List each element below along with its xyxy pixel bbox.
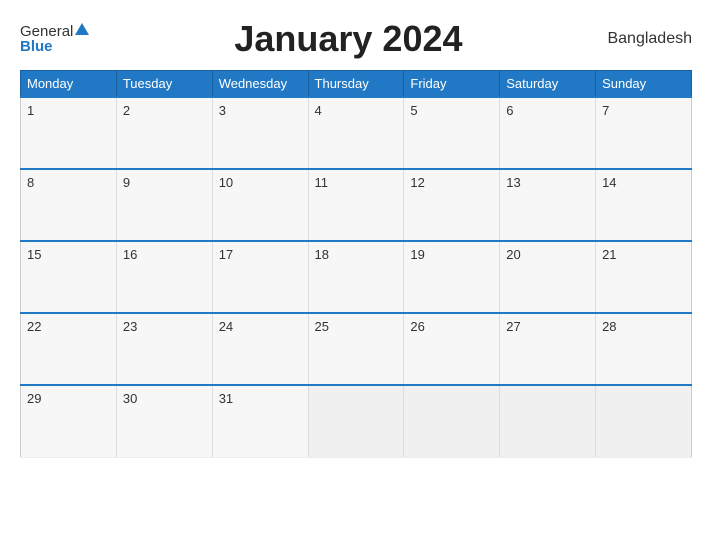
calendar-cell: 15 <box>21 241 117 313</box>
logo-general-text: General <box>20 24 73 39</box>
calendar-cell: 6 <box>500 97 596 169</box>
calendar-cell: 5 <box>404 97 500 169</box>
logo-triangle-icon <box>75 23 89 35</box>
calendar-cell: 10 <box>212 169 308 241</box>
day-number: 17 <box>219 247 233 262</box>
month-title: January 2024 <box>89 18 607 60</box>
day-number: 6 <box>506 103 513 118</box>
weekday-header-row: MondayTuesdayWednesdayThursdayFridaySatu… <box>21 71 692 98</box>
day-number: 31 <box>219 391 233 406</box>
day-number: 19 <box>410 247 424 262</box>
week-row-2: 8 9 10 11 12 13 14 <box>21 169 692 241</box>
calendar-header: General Blue January 2024 Bangladesh <box>20 18 692 60</box>
day-number: 29 <box>27 391 41 406</box>
calendar-cell: 25 <box>308 313 404 385</box>
calendar-cell: 2 <box>116 97 212 169</box>
logo: General Blue <box>20 24 89 55</box>
calendar-cell: 24 <box>212 313 308 385</box>
day-number: 23 <box>123 319 137 334</box>
calendar-cell: 4 <box>308 97 404 169</box>
day-number: 28 <box>602 319 616 334</box>
day-number: 18 <box>315 247 329 262</box>
calendar-cell: 9 <box>116 169 212 241</box>
calendar-cell: 21 <box>596 241 692 313</box>
calendar-cell: 7 <box>596 97 692 169</box>
calendar-cell <box>596 385 692 457</box>
calendar-cell: 17 <box>212 241 308 313</box>
calendar-cell: 1 <box>21 97 117 169</box>
day-number: 13 <box>506 175 520 190</box>
calendar-cell: 19 <box>404 241 500 313</box>
calendar-cell: 22 <box>21 313 117 385</box>
day-number: 16 <box>123 247 137 262</box>
calendar-cell: 29 <box>21 385 117 457</box>
weekday-header-thursday: Thursday <box>308 71 404 98</box>
calendar-cell: 14 <box>596 169 692 241</box>
day-number: 3 <box>219 103 226 118</box>
calendar-cell: 27 <box>500 313 596 385</box>
calendar-cell <box>308 385 404 457</box>
day-number: 11 <box>315 175 329 190</box>
day-number: 21 <box>602 247 616 262</box>
weekday-header-wednesday: Wednesday <box>212 71 308 98</box>
calendar-cell: 12 <box>404 169 500 241</box>
weekday-header-sunday: Sunday <box>596 71 692 98</box>
day-number: 12 <box>410 175 424 190</box>
weekday-header-saturday: Saturday <box>500 71 596 98</box>
weekday-header-monday: Monday <box>21 71 117 98</box>
calendar-cell: 3 <box>212 97 308 169</box>
day-number: 20 <box>506 247 520 262</box>
day-number: 9 <box>123 175 130 190</box>
day-number: 30 <box>123 391 137 406</box>
day-number: 5 <box>410 103 417 118</box>
calendar-container: General Blue January 2024 Bangladesh Mon… <box>0 0 712 550</box>
logo-blue-text: Blue <box>20 38 53 55</box>
calendar-cell: 18 <box>308 241 404 313</box>
day-number: 10 <box>219 175 233 190</box>
weekday-header-friday: Friday <box>404 71 500 98</box>
calendar-cell <box>404 385 500 457</box>
week-row-3: 15 16 17 18 19 20 21 <box>21 241 692 313</box>
calendar-table: MondayTuesdayWednesdayThursdayFridaySatu… <box>20 70 692 458</box>
week-row-1: 1 2 3 4 5 6 7 <box>21 97 692 169</box>
day-number: 7 <box>602 103 609 118</box>
day-number: 27 <box>506 319 520 334</box>
calendar-cell: 13 <box>500 169 596 241</box>
country-label: Bangladesh <box>607 30 692 48</box>
calendar-cell: 26 <box>404 313 500 385</box>
day-number: 15 <box>27 247 41 262</box>
calendar-cell: 8 <box>21 169 117 241</box>
day-number: 8 <box>27 175 34 190</box>
week-row-4: 22 23 24 25 26 27 28 <box>21 313 692 385</box>
day-number: 14 <box>602 175 616 190</box>
calendar-cell: 23 <box>116 313 212 385</box>
day-number: 24 <box>219 319 233 334</box>
week-row-5: 29 30 31 <box>21 385 692 457</box>
calendar-cell: 30 <box>116 385 212 457</box>
weekday-header-tuesday: Tuesday <box>116 71 212 98</box>
calendar-cell: 16 <box>116 241 212 313</box>
day-number: 1 <box>27 103 34 118</box>
day-number: 4 <box>315 103 322 118</box>
day-number: 2 <box>123 103 130 118</box>
day-number: 26 <box>410 319 424 334</box>
calendar-cell <box>500 385 596 457</box>
day-number: 25 <box>315 319 329 334</box>
calendar-cell: 28 <box>596 313 692 385</box>
calendar-cell: 20 <box>500 241 596 313</box>
calendar-cell: 31 <box>212 385 308 457</box>
day-number: 22 <box>27 319 41 334</box>
calendar-cell: 11 <box>308 169 404 241</box>
